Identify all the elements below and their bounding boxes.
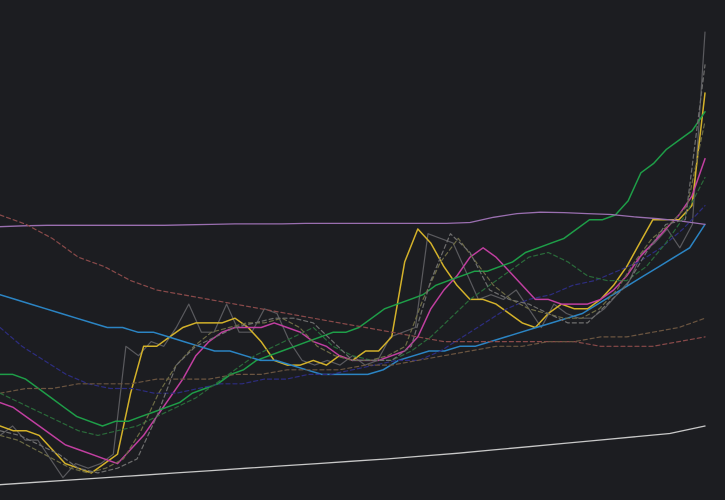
chart-area [0, 0, 725, 500]
chart-background [0, 0, 725, 500]
line-chart [0, 0, 725, 500]
